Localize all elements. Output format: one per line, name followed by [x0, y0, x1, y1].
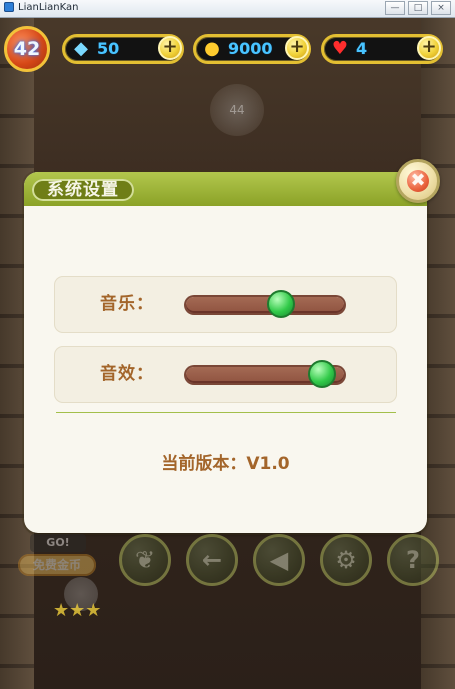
music-label: 音乐：: [100, 294, 154, 314]
music-slider-knob[interactable]: [266, 290, 295, 318]
sound-label: 音效：: [100, 364, 154, 384]
bottom-action-buttons: ❦ ← ◀ ⚙ ?: [0, 530, 455, 610]
window-controls: — □ ×: [385, 1, 451, 15]
sound-icon: ◀: [269, 546, 289, 574]
gem-icon: ◆: [74, 38, 88, 59]
question-icon: ?: [406, 546, 420, 574]
sound-slider[interactable]: [186, 360, 344, 388]
arrow-left-icon: ←: [201, 546, 223, 574]
minimize-button[interactable]: —: [385, 1, 405, 15]
window-close-button[interactable]: ×: [431, 1, 451, 15]
sound-slider-knob[interactable]: [307, 360, 336, 388]
sound-button[interactable]: ◀: [253, 534, 305, 586]
sound-setting-card: 音效：: [54, 346, 397, 403]
music-slider[interactable]: [186, 290, 344, 318]
gear-icon: ⚙: [335, 546, 357, 574]
settings-button[interactable]: ⚙: [320, 534, 372, 586]
settings-dialog-header: 系统设置: [24, 172, 427, 206]
settings-title: 系统设置: [47, 180, 119, 200]
coin-icon: ●: [204, 38, 220, 59]
coins-counter: ● 9000 +: [193, 34, 311, 64]
music-setting-card: 音乐：: [54, 276, 397, 333]
settings-dialog: 系统设置 音乐： 音效： 当前版本：V1.0: [24, 172, 427, 533]
window-titlebar: LianLianKan — □ ×: [0, 0, 455, 18]
lives-value: 4: [356, 39, 368, 58]
version-text: 当前版本：V1.0: [161, 454, 290, 474]
game-window: LianLianKan — □ × 42 ◆ 50 + ● 9000 + ♥ 4…: [0, 0, 455, 689]
window-title: LianLianKan: [18, 2, 79, 13]
background-hint-badge: 44: [210, 84, 264, 136]
top-hud: 42 ◆ 50 + ● 9000 + ♥ 4 +: [0, 22, 455, 82]
close-icon: ✖: [407, 170, 429, 192]
leaf-icon: ❦: [134, 546, 156, 574]
settings-divider: [56, 412, 396, 413]
gems-counter: ◆ 50 +: [62, 34, 184, 64]
level-badge: 42: [4, 26, 50, 72]
maximize-button[interactable]: □: [408, 1, 428, 15]
help-button[interactable]: ?: [387, 534, 439, 586]
gems-value: 50: [97, 39, 120, 58]
back-button[interactable]: ←: [186, 534, 238, 586]
leaf-button[interactable]: ❦: [119, 534, 171, 586]
add-lives-button[interactable]: +: [417, 36, 441, 60]
add-gems-button[interactable]: +: [158, 36, 182, 60]
coins-value: 9000: [228, 39, 273, 58]
lives-counter: ♥ 4 +: [321, 34, 443, 64]
settings-title-pill: 系统设置: [32, 179, 134, 201]
app-icon: [4, 2, 14, 12]
add-coins-button[interactable]: +: [285, 36, 309, 60]
heart-icon: ♥: [331, 38, 349, 59]
settings-close-button[interactable]: ✖: [396, 159, 440, 203]
